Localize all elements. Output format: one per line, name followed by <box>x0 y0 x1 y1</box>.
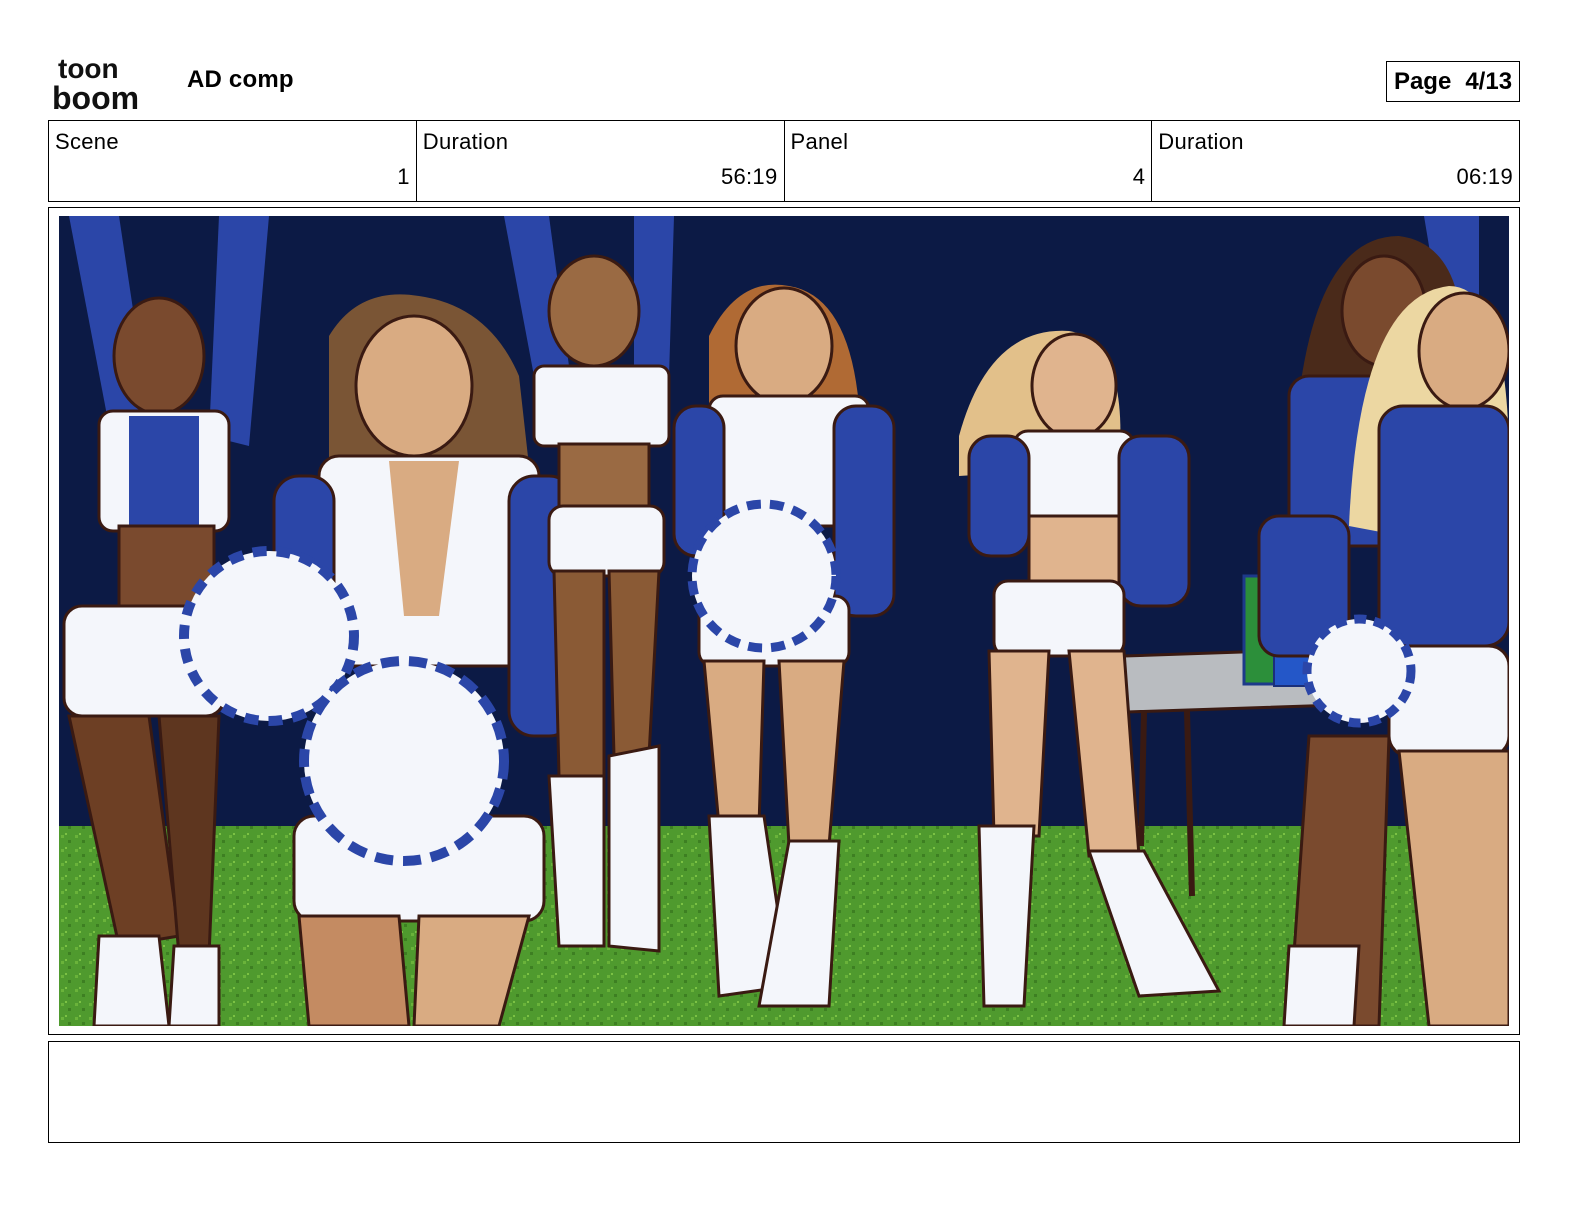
toon-boom-logo: toon boom <box>52 53 139 112</box>
logo-word-bottom: boom <box>52 80 139 112</box>
storyboard-panel <box>48 207 1520 1035</box>
scene-duration-label: Duration <box>422 129 509 154</box>
scene-value: 1 <box>397 164 410 189</box>
panel-duration-cell: Duration 06:19 <box>1152 121 1519 201</box>
panel-duration-label: Duration <box>1158 129 1244 154</box>
scene-cell: Scene 1 <box>49 121 417 201</box>
scene-duration-cell: Duration 56:19 <box>417 121 785 201</box>
page-number: 4/13 <box>1465 67 1513 95</box>
page-indicator: Page 4/13 <box>1386 61 1520 102</box>
panel-illustration <box>59 216 1509 1026</box>
page-label: Page <box>1393 67 1452 95</box>
scene-duration-value: 56:19 <box>720 164 778 189</box>
panel-label: Panel <box>790 129 849 154</box>
panel-value: 4 <box>1132 164 1146 189</box>
project-title: AD comp <box>187 66 294 93</box>
panel-info-table: Scene 1 Duration 56:19 Panel 4 Duration … <box>48 120 1520 202</box>
scene-label: Scene <box>55 129 119 154</box>
panel-duration-value: 06:19 <box>1456 164 1513 189</box>
panel-notes-box[interactable] <box>48 1041 1520 1143</box>
panel-cell: Panel 4 <box>785 121 1153 201</box>
